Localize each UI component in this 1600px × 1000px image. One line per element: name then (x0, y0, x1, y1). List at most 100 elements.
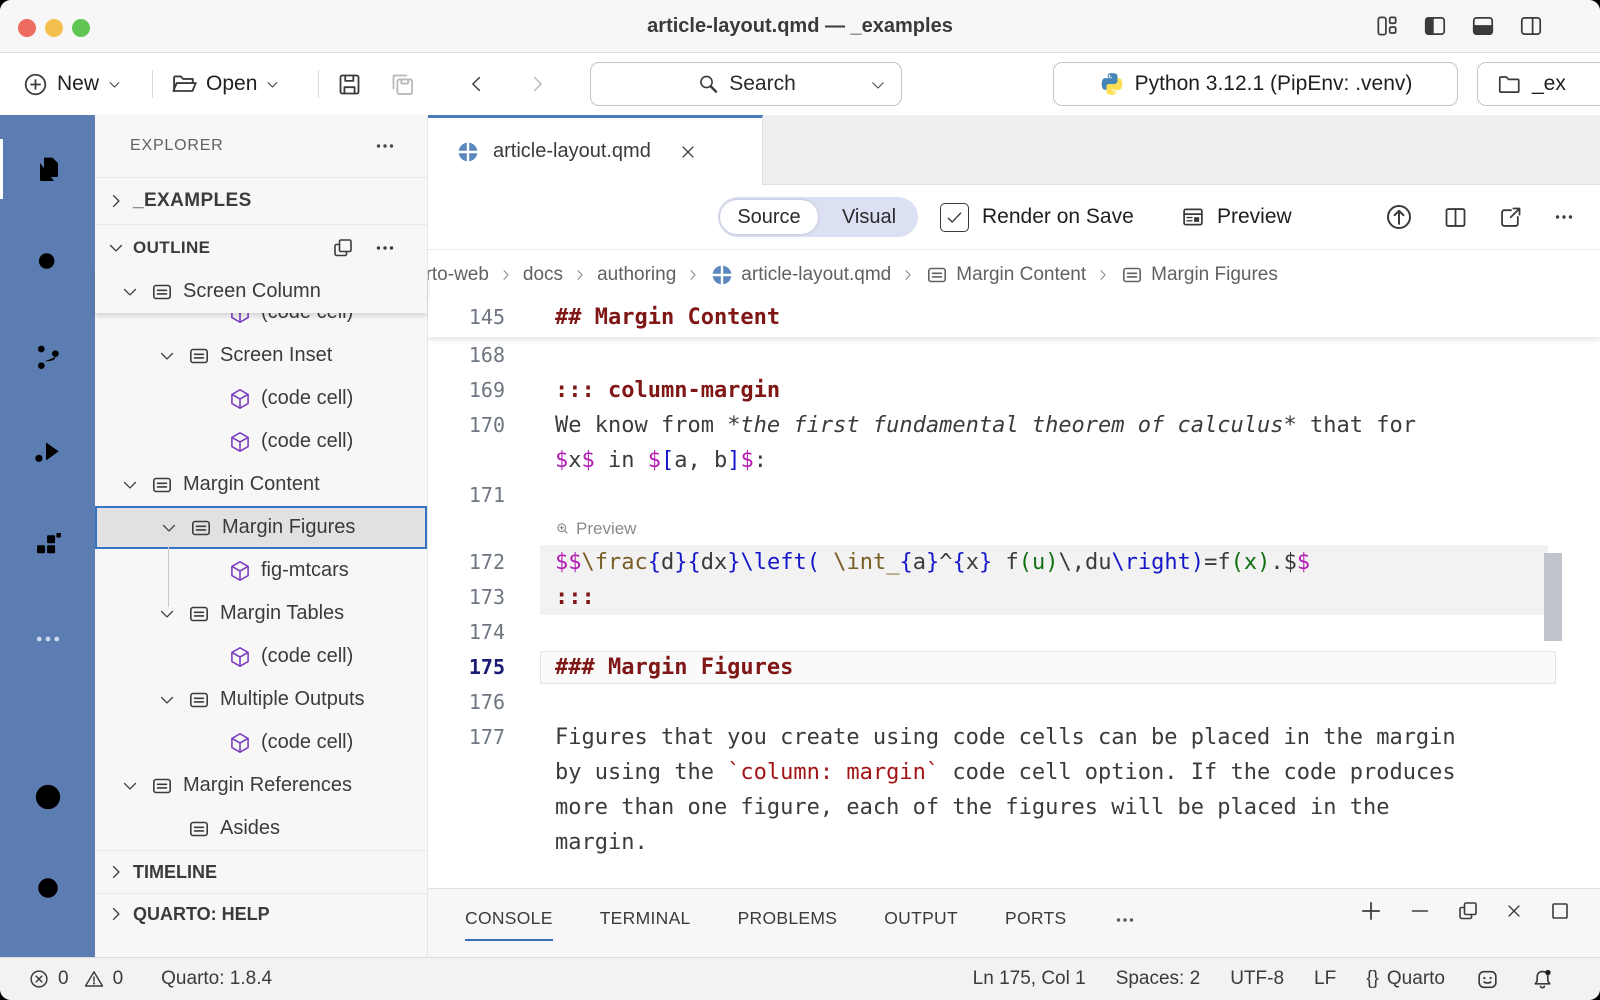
activity-search-icon[interactable] (0, 247, 95, 279)
panel-maximize-icon[interactable] (1548, 899, 1572, 923)
code-line-174[interactable]: 174 (428, 615, 1600, 650)
toggle-sidebar-icon[interactable] (1422, 13, 1448, 39)
outline-item-screen-column[interactable]: Screen Column (95, 270, 427, 313)
activity-account-icon[interactable] (0, 781, 95, 813)
breadcrumb-item[interactable]: arto-web (428, 264, 489, 286)
outline-item--code-cell-[interactable]: (code cell) (95, 377, 427, 420)
activity-settings-icon[interactable] (0, 872, 95, 904)
activity-source-control-icon[interactable] (0, 341, 95, 373)
activity-extensions-icon[interactable] (0, 529, 95, 561)
explorer-more-icon[interactable] (373, 134, 397, 158)
outline-item-margin-figures[interactable]: Margin Figures (95, 506, 427, 549)
code-line-wrap[interactable]: margin. (428, 825, 1600, 860)
panel-tab-problems[interactable]: PROBLEMS (738, 889, 838, 947)
breadcrumb-item[interactable]: Margin Content (925, 263, 1086, 287)
activity-more-icon[interactable] (0, 623, 95, 655)
language-mode-status[interactable]: {} Quarto (1366, 968, 1445, 990)
code-line-wrap[interactable]: more than one figure, each of the figure… (428, 790, 1600, 825)
outline-item--code-cell-[interactable]: (code cell) (95, 420, 427, 463)
outline-item--code-cell-[interactable]: (code cell) (95, 635, 427, 678)
panel-minimize-icon[interactable] (1408, 899, 1432, 923)
save-all-icon[interactable] (389, 71, 416, 98)
python-interpreter-button[interactable]: Python 3.12.1 (PipEnv: .venv) (1053, 62, 1458, 106)
outline-item--code-cell-[interactable]: (code cell) (95, 721, 427, 764)
indentation-status[interactable]: Spaces: 2 (1116, 968, 1201, 990)
outline-item-multiple-outputs[interactable]: Multiple Outputs (95, 678, 427, 721)
breadcrumb-label: Margin Figures (1151, 264, 1278, 286)
code-line-176[interactable]: 176 (428, 685, 1600, 720)
tab-article-layout[interactable]: article-layout.qmd (428, 115, 763, 185)
eol-status[interactable]: LF (1314, 968, 1336, 990)
panel-tab-terminal[interactable]: TERMINAL (600, 889, 691, 947)
panel-split-icon[interactable] (1456, 899, 1480, 923)
breadcrumb-item[interactable]: Margin Figures (1120, 263, 1278, 287)
notifications-bell-icon[interactable] (1530, 967, 1555, 992)
codelens-preview[interactable]: Preview (428, 513, 1600, 545)
code-line-170[interactable]: 170We know from *the first fundamental t… (428, 408, 1600, 443)
panel-close-icon[interactable] (1504, 901, 1524, 921)
toggle-panel-icon[interactable] (1470, 13, 1496, 39)
problems-status[interactable]: 0 0 (28, 968, 123, 990)
sidebar-section-quarto-help[interactable]: QUARTO: HELP (95, 893, 427, 946)
outline-item-label: (code cell) (261, 387, 353, 410)
outline-item-screen-inset[interactable]: Screen Inset (95, 334, 427, 377)
outline-item-margin-references[interactable]: Margin References (95, 764, 427, 807)
activity-files-icon[interactable] (0, 153, 95, 185)
panel-tab-output[interactable]: OUTPUT (884, 889, 958, 947)
source-mode-button[interactable]: Source (720, 200, 818, 234)
outline-item-label: Margin Content (183, 473, 320, 496)
code-line-wrap[interactable]: $x$ in $[a, b]$: (428, 443, 1600, 478)
outline-item-fig-mtcars[interactable]: fig-mtcars (95, 549, 427, 592)
code-editor[interactable]: 145## Margin Content 168169::: column-ma… (428, 300, 1600, 903)
breadcrumb-item[interactable]: article-layout.qmd (710, 263, 891, 287)
visual-mode-button[interactable]: Visual (820, 198, 918, 236)
outline-item-margin-tables[interactable]: Margin Tables (95, 592, 427, 635)
new-button[interactable]: New (22, 53, 122, 115)
code-line-169[interactable]: 169::: column-margin (428, 373, 1600, 408)
code-line-175[interactable]: 175### Margin Figures (428, 650, 1600, 685)
code-line-wrap[interactable]: by using the `column: margin` code cell … (428, 755, 1600, 790)
preview-label: Preview (1217, 205, 1292, 229)
code-line-171[interactable]: 171 (428, 478, 1600, 513)
code-line-173[interactable]: 173::: (428, 580, 1600, 615)
outline-item--code-cell-[interactable]: (code cell) (95, 313, 427, 334)
open-external-icon[interactable] (1497, 204, 1524, 231)
outline-item-asides[interactable]: Asides (95, 807, 427, 850)
panel-more-icon[interactable] (1113, 908, 1137, 932)
editor-more-icon[interactable] (1552, 205, 1576, 229)
outline-item-margin-content[interactable]: Margin Content (95, 463, 427, 506)
panel-tab-ports[interactable]: PORTS (1005, 889, 1066, 947)
sidebar-section-timeline[interactable]: TIMELINE (95, 850, 427, 893)
search-input[interactable]: Search (590, 62, 902, 106)
panel-tab-console[interactable]: CONSOLE (465, 889, 553, 947)
examples-section-label: _EXAMPLES (133, 190, 252, 212)
encoding-status[interactable]: UTF-8 (1230, 968, 1284, 990)
open-button[interactable]: Open (170, 53, 280, 115)
panel-add-icon[interactable] (1358, 898, 1384, 924)
sidebar-section-outline[interactable]: OUTLINE (95, 224, 427, 270)
render-on-save-checkbox[interactable] (940, 203, 969, 232)
navigate-forward-icon[interactable] (526, 73, 548, 95)
workspace-button[interactable]: _ex (1477, 62, 1600, 106)
save-icon[interactable] (336, 71, 363, 98)
quarto-version-status[interactable]: Quarto: 1.8.4 (161, 968, 272, 990)
outline-follow-cursor-icon[interactable] (331, 236, 355, 260)
split-editor-icon[interactable] (1442, 204, 1469, 231)
toggle-secondary-sidebar-icon[interactable] (1518, 13, 1544, 39)
feedback-smiley-icon[interactable] (1475, 967, 1500, 992)
preview-button[interactable]: Preview (1180, 197, 1292, 237)
sidebar-section-examples[interactable]: _EXAMPLES (95, 177, 427, 224)
editor-scrollbar[interactable] (1544, 553, 1562, 641)
customize-layout-icon[interactable] (1374, 13, 1400, 39)
cursor-position-status[interactable]: Ln 175, Col 1 (973, 968, 1086, 990)
breadcrumb-item[interactable]: authoring (597, 264, 676, 286)
code-line-172[interactable]: 172$$\frac{d}{dx}\left( \int_{a}^{x} f(u… (428, 545, 1600, 580)
code-line-168[interactable]: 168 (428, 338, 1600, 373)
close-tab-icon[interactable] (678, 142, 698, 162)
navigate-back-icon[interactable] (466, 73, 488, 95)
activity-run-debug-icon[interactable] (0, 435, 95, 467)
code-line-177[interactable]: 177Figures that you create using code ce… (428, 720, 1600, 755)
outline-more-icon[interactable] (373, 236, 397, 260)
breadcrumb-item[interactable]: docs (523, 264, 563, 286)
render-icon[interactable] (1384, 202, 1414, 232)
